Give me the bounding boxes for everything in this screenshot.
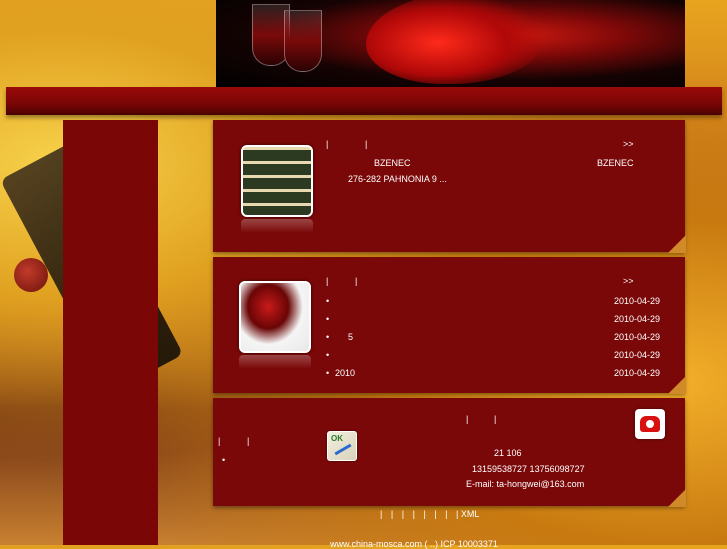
background-cork [14,258,48,292]
section-divider: | [355,276,358,286]
image-reflection [241,219,313,233]
pen-icon [334,443,352,456]
footer-link[interactable]: | [445,509,447,519]
footer-link[interactable]: | [434,509,436,519]
footer-link[interactable]: | [391,509,393,519]
list-item[interactable]: • 2010 2010-04-29 [326,368,662,386]
contact-address: 21 106 [494,448,522,458]
bullet: • [222,455,226,465]
footer-copyright: www.china-mosca.com ( ..) ICP 10003371 [330,539,498,549]
list-item[interactable]: • 2010-04-29 [326,296,662,314]
list-item[interactable]: • 5 2010-04-29 [326,332,662,350]
image-reflection [239,355,311,369]
more-link[interactable]: >> [623,139,634,149]
header-banner [216,0,685,88]
footer-link[interactable]: | [423,509,425,519]
news-date: 2010-04-29 [613,332,660,342]
wine-rack-image [241,145,313,217]
more-link[interactable]: >> [623,276,634,286]
section-divider: | [326,276,329,286]
nav-bar [6,87,722,115]
footer-links: | | | | | | | | XML [380,509,485,519]
contact-panel [213,398,686,507]
footer-link[interactable]: | [413,509,415,519]
list-item[interactable]: • 2010-04-29 [326,314,662,332]
news-title[interactable]: 5 [348,332,353,342]
news-date: 2010-04-29 [613,314,660,324]
footer-link[interactable]: | [402,509,404,519]
intro-text-right: BZENEC [597,158,634,168]
section-divider: | [247,436,250,446]
section-divider: | [494,414,497,424]
news-title[interactable]: 2010 [335,368,355,378]
wine-glass-image [239,281,311,353]
red-silk-decoration [366,0,546,84]
wine-glass-icon [284,10,322,72]
news-date: 2010-04-29 [613,350,660,360]
section-divider: | [466,414,469,424]
section-divider: | [218,436,221,446]
contact-email[interactable]: E-mail: ta-hongwei@163.com [466,479,584,489]
feedback-ok-icon[interactable]: OK [327,431,357,461]
telephone-icon [635,409,665,439]
list-item[interactable]: • 2010-04-29 [326,350,662,368]
news-date: 2010-04-29 [613,368,660,378]
contact-phones: 13159538727 13756098727 [472,464,585,474]
left-sidebar [63,120,158,545]
footer-link[interactable]: | [380,509,382,519]
intro-text-line2: 276-282 PAHNONIA 9 ... [348,174,447,184]
news-date: 2010-04-29 [613,296,660,306]
section-divider: | [365,139,368,149]
footer-link-xml[interactable]: | XML [456,509,479,519]
news-list: • 2010-04-29 • 2010-04-29 • 5 2010-04-29… [326,296,662,386]
section-divider: | [326,139,329,149]
intro-text-left: BZENEC [374,158,411,168]
